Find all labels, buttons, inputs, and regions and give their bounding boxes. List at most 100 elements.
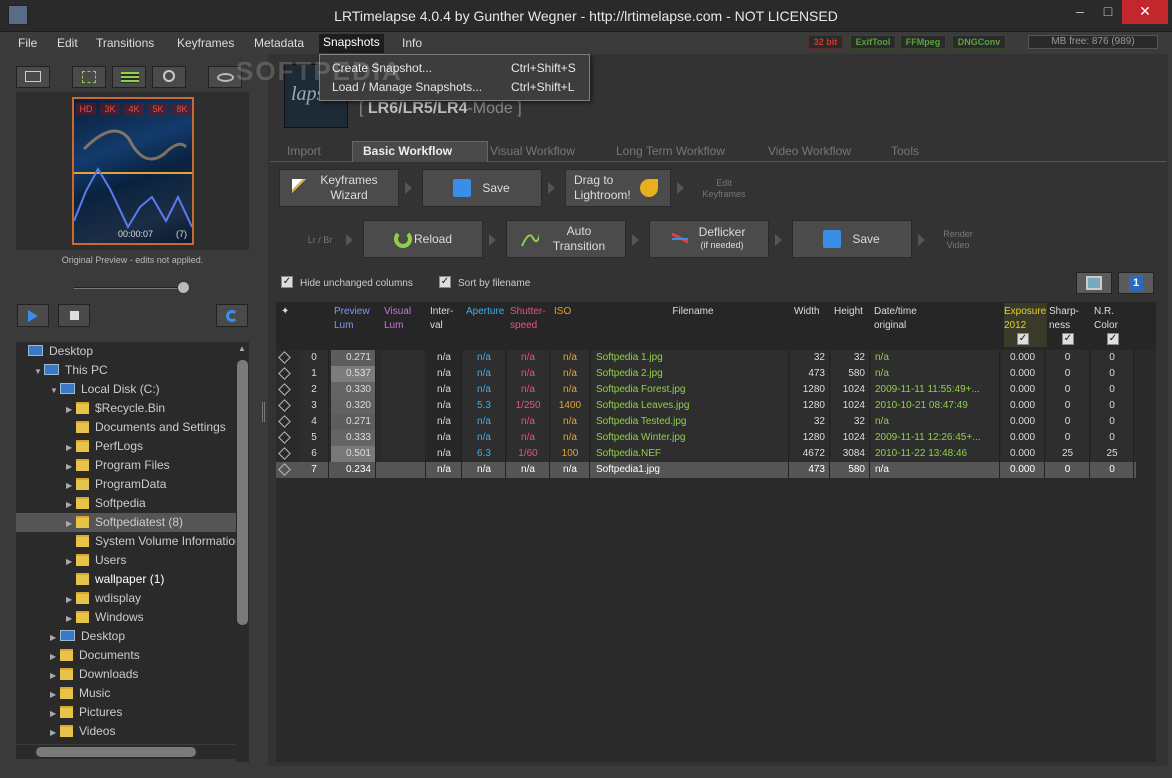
- table-row[interactable]: 5 0.333 n/a n/a n/a n/a Softpedia Winter.jpg 12…: [276, 430, 1136, 446]
- screens-tool-button[interactable]: [16, 66, 50, 88]
- crop-tool-button[interactable]: [72, 66, 106, 88]
- tab-basic-workflow[interactable]: Basic Workflow: [352, 141, 488, 162]
- play-button[interactable]: [17, 304, 49, 327]
- resolution-tag[interactable]: 3K: [100, 103, 120, 115]
- column-header-w[interactable]: Width: [794, 305, 832, 319]
- table-row[interactable]: 6 0.501 n/a 6.3 1/60 100 Softpedia.NEF 4672 3084…: [276, 446, 1136, 462]
- tree-item[interactable]: ▶ Pictures: [16, 703, 236, 722]
- tree-item[interactable]: ▶ Program Files: [16, 456, 236, 475]
- tab-long-term-workflow[interactable]: Long Term Workflow: [616, 144, 725, 162]
- row-select-cell[interactable]: [276, 350, 296, 366]
- column-header-fn[interactable]: Filename: [595, 305, 791, 319]
- tree-expand-icon[interactable]: ▶: [66, 514, 76, 533]
- keyframe-marker-icon[interactable]: [278, 399, 291, 412]
- row-select-cell[interactable]: [276, 430, 296, 446]
- tree-item[interactable]: ▶ Windows: [16, 608, 236, 627]
- table-row[interactable]: 7 0.234 n/a n/a n/a n/a Softpedia1.jpg 473 580 n/…: [276, 462, 1136, 478]
- tree-expand-icon[interactable]: ▶: [66, 495, 76, 514]
- grid-tool-button[interactable]: [112, 66, 146, 88]
- auto-transition-button[interactable]: Auto Transition: [506, 220, 626, 258]
- tree-item[interactable]: ▶ Music: [16, 684, 236, 703]
- tree-item[interactable]: ▼ This PC: [16, 361, 236, 380]
- tree-item[interactable]: ▶ Softpedia: [16, 494, 236, 513]
- tree-expand-icon[interactable]: ▶: [66, 457, 76, 476]
- zoom-tool-button[interactable]: [152, 66, 186, 88]
- minimize-button[interactable]: –: [1066, 0, 1094, 24]
- add-keyframe-button[interactable]: [1076, 272, 1112, 294]
- save-button[interactable]: Save: [422, 169, 542, 207]
- preview-slider-knob[interactable]: [177, 281, 191, 294]
- menu-metadata[interactable]: Metadata: [254, 36, 304, 52]
- preview-image[interactable]: HD 3K 4K 5K 8K 00:00:07 (7): [72, 97, 194, 245]
- row-select-cell[interactable]: [276, 446, 296, 462]
- deflicker-button[interactable]: Deflicker (if needed): [649, 220, 769, 258]
- keyframes-wizard-button[interactable]: Keyframes Wizard: [279, 169, 399, 207]
- column-header-int[interactable]: Inter- val: [430, 305, 464, 333]
- menu-snapshots[interactable]: Snapshots: [319, 34, 384, 53]
- tree-item[interactable]: ▶ Users: [16, 551, 236, 570]
- column-header-ap[interactable]: Aperture: [466, 305, 508, 319]
- tree-expand-icon[interactable]: ▼: [50, 381, 60, 400]
- tab-import[interactable]: Import: [287, 144, 321, 162]
- tree-vertical-scroll-thumb[interactable]: [237, 360, 248, 625]
- column-header-sh[interactable]: Shutter- speed: [510, 305, 552, 333]
- column-checkbox-sharp[interactable]: ✓: [1062, 333, 1074, 345]
- keyframe-marker-icon[interactable]: [278, 431, 291, 444]
- keyframe-marker-icon[interactable]: [278, 367, 291, 380]
- keyframe-marker-icon[interactable]: [278, 383, 291, 396]
- column-header-vis[interactable]: Visual Lum: [384, 305, 428, 333]
- table-row[interactable]: 1 0.537 n/a n/a n/a n/a Softpedia 2.jpg 473 580 n…: [276, 366, 1136, 382]
- tree-item[interactable]: ▶ PerfLogs: [16, 437, 236, 456]
- column-header-prev[interactable]: Preview Lum: [334, 305, 378, 333]
- table-row[interactable]: 3 0.320 n/a 5.3 1/250 1400 Softpedia Leaves.jp…: [276, 398, 1136, 414]
- info-panel-button[interactable]: 1: [1118, 272, 1154, 294]
- resolution-tag[interactable]: HD: [76, 103, 96, 115]
- column-header-sel[interactable]: ✦: [281, 305, 299, 319]
- tab-tools[interactable]: Tools: [891, 144, 919, 162]
- refresh-button[interactable]: [216, 304, 248, 327]
- reload-button[interactable]: Reload: [363, 220, 483, 258]
- keyframe-marker-icon[interactable]: [278, 463, 291, 476]
- menu-edit[interactable]: Edit: [57, 36, 78, 52]
- row-select-cell[interactable]: [276, 382, 296, 398]
- row-select-cell[interactable]: [276, 462, 296, 478]
- preview-slider[interactable]: [74, 287, 189, 289]
- tree-expand-icon[interactable]: ▶: [66, 609, 76, 628]
- sort-by-filename-checkbox[interactable]: ✓: [439, 276, 451, 288]
- tree-horizontal-scroll-thumb[interactable]: [36, 747, 196, 757]
- column-header-sharp[interactable]: Sharp- ness: [1049, 305, 1092, 333]
- save-button-2[interactable]: Save: [792, 220, 912, 258]
- column-checkbox-nr[interactable]: ✓: [1107, 333, 1119, 345]
- tree-expand-icon[interactable]: ▶: [50, 685, 60, 704]
- menu-keyframes[interactable]: Keyframes: [177, 36, 234, 52]
- scroll-up-icon[interactable]: ▲: [238, 344, 246, 353]
- tree-expand-icon[interactable]: ▶: [66, 590, 76, 609]
- tree-item[interactable]: ▶ ProgramData: [16, 475, 236, 494]
- tree-item[interactable]: ▶ Documents: [16, 646, 236, 665]
- resolution-tag[interactable]: 4K: [124, 103, 144, 115]
- tree-expand-icon[interactable]: ▶: [66, 552, 76, 571]
- keyframe-marker-icon[interactable]: [278, 415, 291, 428]
- drag-to-lightroom-button[interactable]: Drag to Lightroom!: [565, 169, 671, 207]
- tree-item[interactable]: System Volume Information: [16, 532, 236, 551]
- hide-unchanged-checkbox[interactable]: ✓: [281, 276, 293, 288]
- tree-item[interactable]: ▶ $Recycle.Bin: [16, 399, 236, 418]
- tree-item[interactable]: wallpaper (1): [16, 570, 236, 589]
- tree-item[interactable]: Documents and Settings: [16, 418, 236, 437]
- row-select-cell[interactable]: [276, 414, 296, 430]
- column-header-nr[interactable]: N.R. Color: [1094, 305, 1136, 333]
- row-select-cell[interactable]: [276, 366, 296, 382]
- table-row[interactable]: 0 0.271 n/a n/a n/a n/a Softpedia 1.jpg 32 32 n/a…: [276, 350, 1136, 366]
- menu-info[interactable]: Info: [402, 36, 422, 52]
- menu-transitions[interactable]: Transitions: [96, 36, 154, 52]
- tree-expand-icon[interactable]: ▶: [50, 647, 60, 666]
- tree-expand-icon[interactable]: ▶: [50, 723, 60, 742]
- tree-expand-icon[interactable]: ▼: [34, 362, 44, 381]
- table-row[interactable]: 2 0.330 n/a n/a n/a n/a Softpedia Forest.jpg 12…: [276, 382, 1136, 398]
- tab-visual-workflow[interactable]: Visual Workflow: [490, 144, 575, 162]
- close-button[interactable]: ✕: [1122, 0, 1168, 24]
- tree-expand-icon[interactable]: ▶: [66, 476, 76, 495]
- column-header-h[interactable]: Height: [834, 305, 872, 319]
- maximize-button[interactable]: □: [1094, 0, 1122, 24]
- column-checkbox-exp[interactable]: ✓: [1017, 333, 1029, 345]
